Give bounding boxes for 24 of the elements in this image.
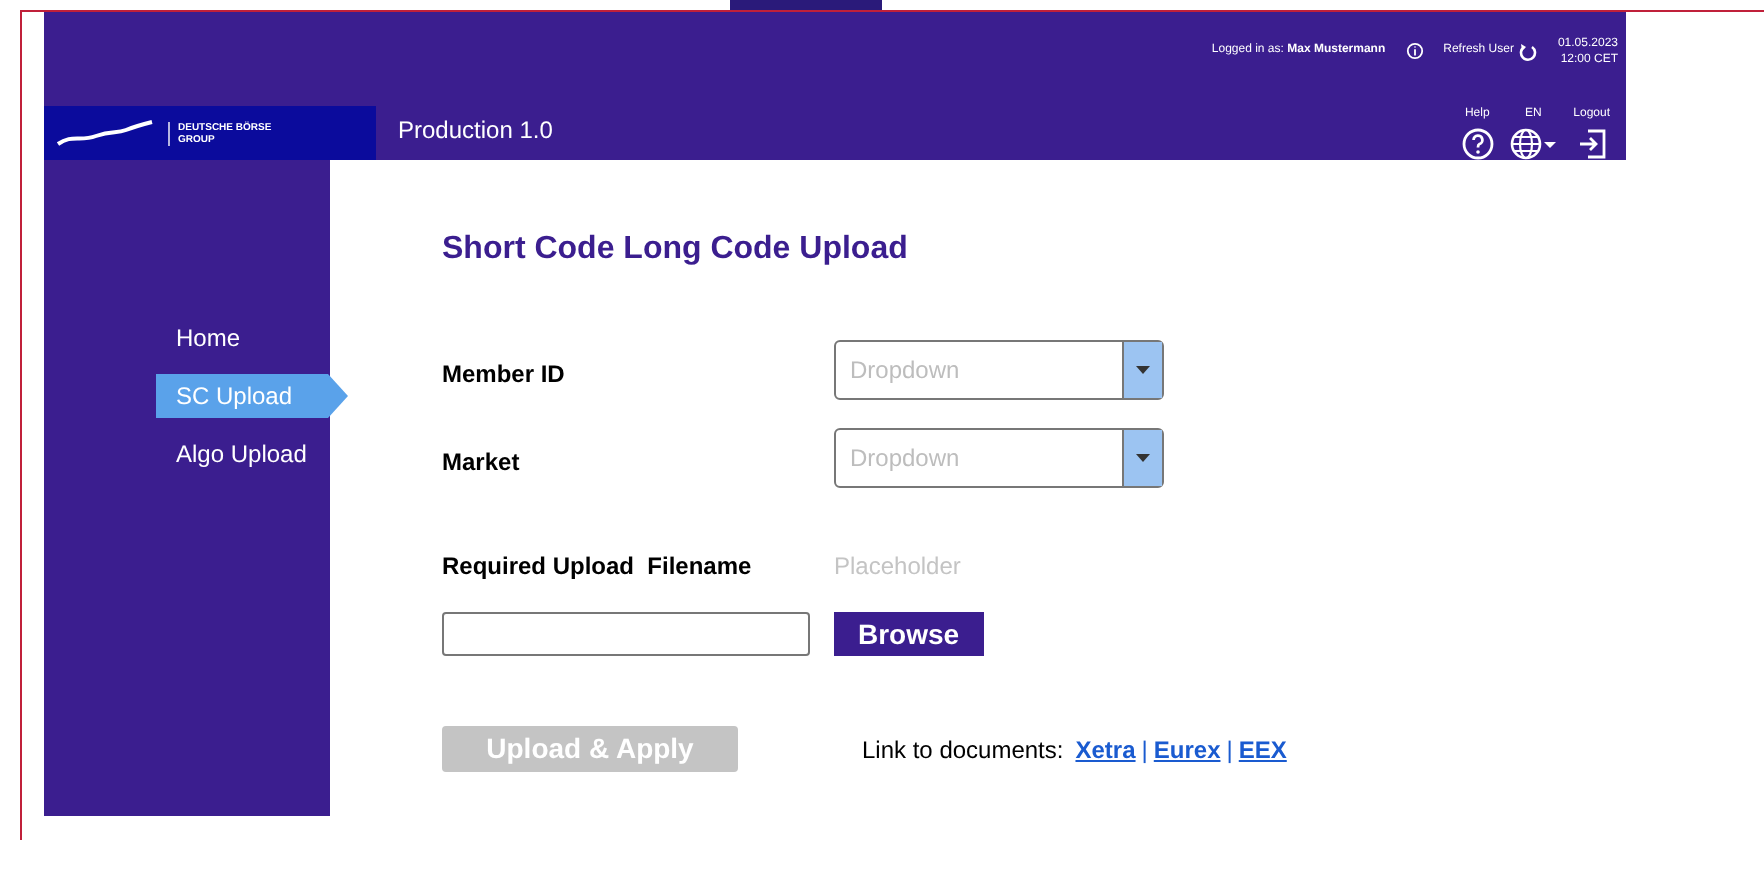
info-icon [1405, 42, 1424, 60]
nav-item[interactable]: Home [156, 316, 328, 360]
document-link[interactable]: Xetra [1075, 731, 1136, 767]
browse-button[interactable]: Browse [834, 612, 984, 656]
link-separator: | [1226, 733, 1233, 767]
help-icon[interactable] [1461, 128, 1494, 160]
link-separator: | [1141, 733, 1148, 767]
document-link[interactable]: EEX [1238, 731, 1287, 767]
page-title: Short Code Long Code Upload [442, 230, 910, 270]
field-label: Required Upload Filename [442, 550, 754, 584]
field-label: Market [442, 446, 522, 480]
nav-item[interactable]: Algo Upload [156, 432, 328, 476]
caret-icon[interactable] [1136, 366, 1150, 374]
field-label: Member ID [442, 358, 567, 392]
caret-icon[interactable] [1136, 454, 1150, 462]
document-link[interactable]: Eurex [1153, 731, 1221, 767]
filename-text: Placeholder [834, 550, 961, 584]
refresh-icon[interactable] [1517, 41, 1538, 61]
documents-label: Link to documents: [862, 733, 1064, 767]
logo-wave-icon [56, 119, 156, 147]
logout-icon[interactable] [1575, 128, 1608, 160]
environment-title: Production 1.0 [398, 114, 553, 148]
file-input[interactable] [442, 612, 810, 656]
globe-dropdown-icon[interactable] [1509, 128, 1558, 160]
